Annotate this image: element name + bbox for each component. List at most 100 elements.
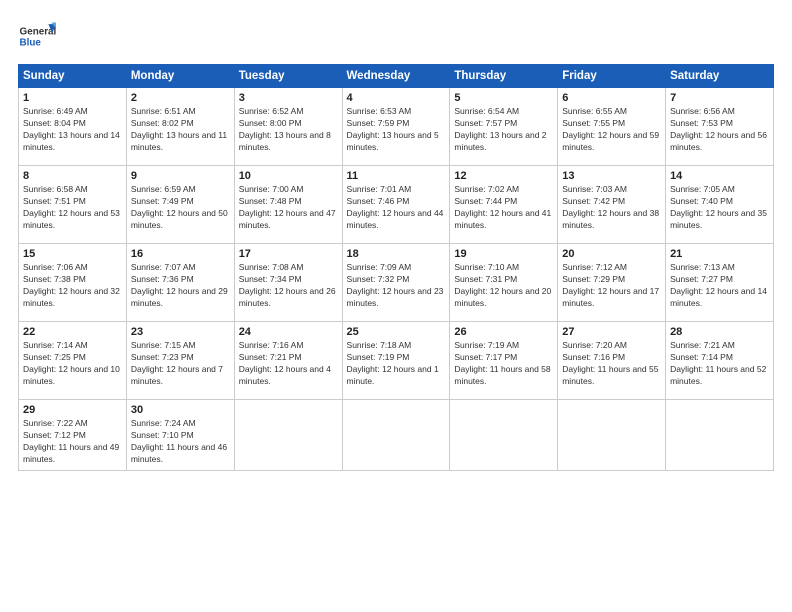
day-info: Sunrise: 6:52 AMSunset: 8:00 PMDaylight:…	[239, 106, 331, 152]
day-info: Sunrise: 7:07 AMSunset: 7:36 PMDaylight:…	[131, 262, 228, 308]
calendar-cell	[234, 400, 342, 471]
day-info: Sunrise: 7:14 AMSunset: 7:25 PMDaylight:…	[23, 340, 120, 386]
day-info: Sunrise: 6:59 AMSunset: 7:49 PMDaylight:…	[131, 184, 228, 230]
calendar-cell: 27 Sunrise: 7:20 AMSunset: 7:16 PMDaylig…	[558, 322, 666, 400]
calendar-cell: 25 Sunrise: 7:18 AMSunset: 7:19 PMDaylig…	[342, 322, 450, 400]
day-number: 9	[131, 170, 230, 182]
day-number: 21	[670, 248, 769, 260]
calendar-cell: 10 Sunrise: 7:00 AMSunset: 7:48 PMDaylig…	[234, 166, 342, 244]
day-number: 13	[562, 170, 661, 182]
day-number: 16	[131, 248, 230, 260]
calendar-cell: 7 Sunrise: 6:56 AMSunset: 7:53 PMDayligh…	[666, 88, 774, 166]
day-info: Sunrise: 7:00 AMSunset: 7:48 PMDaylight:…	[239, 184, 336, 230]
day-info: Sunrise: 7:15 AMSunset: 7:23 PMDaylight:…	[131, 340, 223, 386]
day-info: Sunrise: 7:06 AMSunset: 7:38 PMDaylight:…	[23, 262, 120, 308]
weekday-header-friday: Friday	[558, 65, 666, 88]
calendar-cell: 21 Sunrise: 7:13 AMSunset: 7:27 PMDaylig…	[666, 244, 774, 322]
calendar-cell: 30 Sunrise: 7:24 AMSunset: 7:10 PMDaylig…	[126, 400, 234, 471]
day-number: 19	[454, 248, 553, 260]
calendar-cell: 12 Sunrise: 7:02 AMSunset: 7:44 PMDaylig…	[450, 166, 558, 244]
day-info: Sunrise: 7:24 AMSunset: 7:10 PMDaylight:…	[131, 418, 227, 464]
day-info: Sunrise: 7:20 AMSunset: 7:16 PMDaylight:…	[562, 340, 658, 386]
calendar-cell	[666, 400, 774, 471]
logo: General Blue	[18, 18, 56, 56]
day-number: 3	[239, 92, 338, 104]
day-info: Sunrise: 6:56 AMSunset: 7:53 PMDaylight:…	[670, 106, 767, 152]
day-number: 15	[23, 248, 122, 260]
day-number: 6	[562, 92, 661, 104]
day-number: 10	[239, 170, 338, 182]
day-info: Sunrise: 7:16 AMSunset: 7:21 PMDaylight:…	[239, 340, 331, 386]
calendar-table: SundayMondayTuesdayWednesdayThursdayFrid…	[18, 64, 774, 471]
calendar-cell: 29 Sunrise: 7:22 AMSunset: 7:12 PMDaylig…	[19, 400, 127, 471]
calendar-week-3: 15 Sunrise: 7:06 AMSunset: 7:38 PMDaylig…	[19, 244, 774, 322]
weekday-header-thursday: Thursday	[450, 65, 558, 88]
day-info: Sunrise: 6:53 AMSunset: 7:59 PMDaylight:…	[347, 106, 439, 152]
day-number: 28	[670, 326, 769, 338]
day-number: 1	[23, 92, 122, 104]
day-info: Sunrise: 7:22 AMSunset: 7:12 PMDaylight:…	[23, 418, 119, 464]
calendar-cell: 9 Sunrise: 6:59 AMSunset: 7:49 PMDayligh…	[126, 166, 234, 244]
logo-icon: General Blue	[18, 18, 56, 56]
day-number: 4	[347, 92, 446, 104]
day-number: 20	[562, 248, 661, 260]
day-number: 14	[670, 170, 769, 182]
calendar-week-4: 22 Sunrise: 7:14 AMSunset: 7:25 PMDaylig…	[19, 322, 774, 400]
day-number: 24	[239, 326, 338, 338]
calendar-cell: 20 Sunrise: 7:12 AMSunset: 7:29 PMDaylig…	[558, 244, 666, 322]
day-number: 27	[562, 326, 661, 338]
calendar-cell: 23 Sunrise: 7:15 AMSunset: 7:23 PMDaylig…	[126, 322, 234, 400]
calendar-week-2: 8 Sunrise: 6:58 AMSunset: 7:51 PMDayligh…	[19, 166, 774, 244]
day-number: 8	[23, 170, 122, 182]
day-info: Sunrise: 7:01 AMSunset: 7:46 PMDaylight:…	[347, 184, 444, 230]
day-number: 11	[347, 170, 446, 182]
day-info: Sunrise: 7:12 AMSunset: 7:29 PMDaylight:…	[562, 262, 659, 308]
day-number: 12	[454, 170, 553, 182]
day-number: 29	[23, 404, 122, 416]
header: General Blue	[18, 18, 774, 56]
calendar-cell: 14 Sunrise: 7:05 AMSunset: 7:40 PMDaylig…	[666, 166, 774, 244]
weekday-header-sunday: Sunday	[19, 65, 127, 88]
calendar-cell: 18 Sunrise: 7:09 AMSunset: 7:32 PMDaylig…	[342, 244, 450, 322]
weekday-header-tuesday: Tuesday	[234, 65, 342, 88]
calendar-cell: 6 Sunrise: 6:55 AMSunset: 7:55 PMDayligh…	[558, 88, 666, 166]
day-number: 7	[670, 92, 769, 104]
day-info: Sunrise: 7:02 AMSunset: 7:44 PMDaylight:…	[454, 184, 551, 230]
day-info: Sunrise: 7:13 AMSunset: 7:27 PMDaylight:…	[670, 262, 767, 308]
page: General Blue SundayMondayTuesdayWednesda…	[0, 0, 792, 612]
weekday-header-row: SundayMondayTuesdayWednesdayThursdayFrid…	[19, 65, 774, 88]
day-number: 25	[347, 326, 446, 338]
day-info: Sunrise: 7:09 AMSunset: 7:32 PMDaylight:…	[347, 262, 444, 308]
weekday-header-wednesday: Wednesday	[342, 65, 450, 88]
calendar-cell: 15 Sunrise: 7:06 AMSunset: 7:38 PMDaylig…	[19, 244, 127, 322]
day-number: 23	[131, 326, 230, 338]
calendar-week-1: 1 Sunrise: 6:49 AMSunset: 8:04 PMDayligh…	[19, 88, 774, 166]
day-info: Sunrise: 6:51 AMSunset: 8:02 PMDaylight:…	[131, 106, 227, 152]
calendar-cell: 5 Sunrise: 6:54 AMSunset: 7:57 PMDayligh…	[450, 88, 558, 166]
day-info: Sunrise: 7:21 AMSunset: 7:14 PMDaylight:…	[670, 340, 766, 386]
calendar-cell: 16 Sunrise: 7:07 AMSunset: 7:36 PMDaylig…	[126, 244, 234, 322]
day-info: Sunrise: 7:10 AMSunset: 7:31 PMDaylight:…	[454, 262, 551, 308]
day-info: Sunrise: 7:05 AMSunset: 7:40 PMDaylight:…	[670, 184, 767, 230]
calendar-cell: 11 Sunrise: 7:01 AMSunset: 7:46 PMDaylig…	[342, 166, 450, 244]
calendar-cell	[450, 400, 558, 471]
day-info: Sunrise: 6:55 AMSunset: 7:55 PMDaylight:…	[562, 106, 659, 152]
calendar-cell: 13 Sunrise: 7:03 AMSunset: 7:42 PMDaylig…	[558, 166, 666, 244]
calendar-cell	[342, 400, 450, 471]
calendar-week-5: 29 Sunrise: 7:22 AMSunset: 7:12 PMDaylig…	[19, 400, 774, 471]
day-number: 5	[454, 92, 553, 104]
weekday-header-saturday: Saturday	[666, 65, 774, 88]
calendar-cell: 22 Sunrise: 7:14 AMSunset: 7:25 PMDaylig…	[19, 322, 127, 400]
calendar-cell: 26 Sunrise: 7:19 AMSunset: 7:17 PMDaylig…	[450, 322, 558, 400]
day-number: 17	[239, 248, 338, 260]
calendar-cell: 17 Sunrise: 7:08 AMSunset: 7:34 PMDaylig…	[234, 244, 342, 322]
day-number: 30	[131, 404, 230, 416]
calendar-cell: 3 Sunrise: 6:52 AMSunset: 8:00 PMDayligh…	[234, 88, 342, 166]
weekday-header-monday: Monday	[126, 65, 234, 88]
day-info: Sunrise: 6:58 AMSunset: 7:51 PMDaylight:…	[23, 184, 120, 230]
day-info: Sunrise: 7:19 AMSunset: 7:17 PMDaylight:…	[454, 340, 550, 386]
day-info: Sunrise: 7:18 AMSunset: 7:19 PMDaylight:…	[347, 340, 439, 386]
day-info: Sunrise: 7:08 AMSunset: 7:34 PMDaylight:…	[239, 262, 336, 308]
calendar-cell: 2 Sunrise: 6:51 AMSunset: 8:02 PMDayligh…	[126, 88, 234, 166]
calendar-cell: 24 Sunrise: 7:16 AMSunset: 7:21 PMDaylig…	[234, 322, 342, 400]
